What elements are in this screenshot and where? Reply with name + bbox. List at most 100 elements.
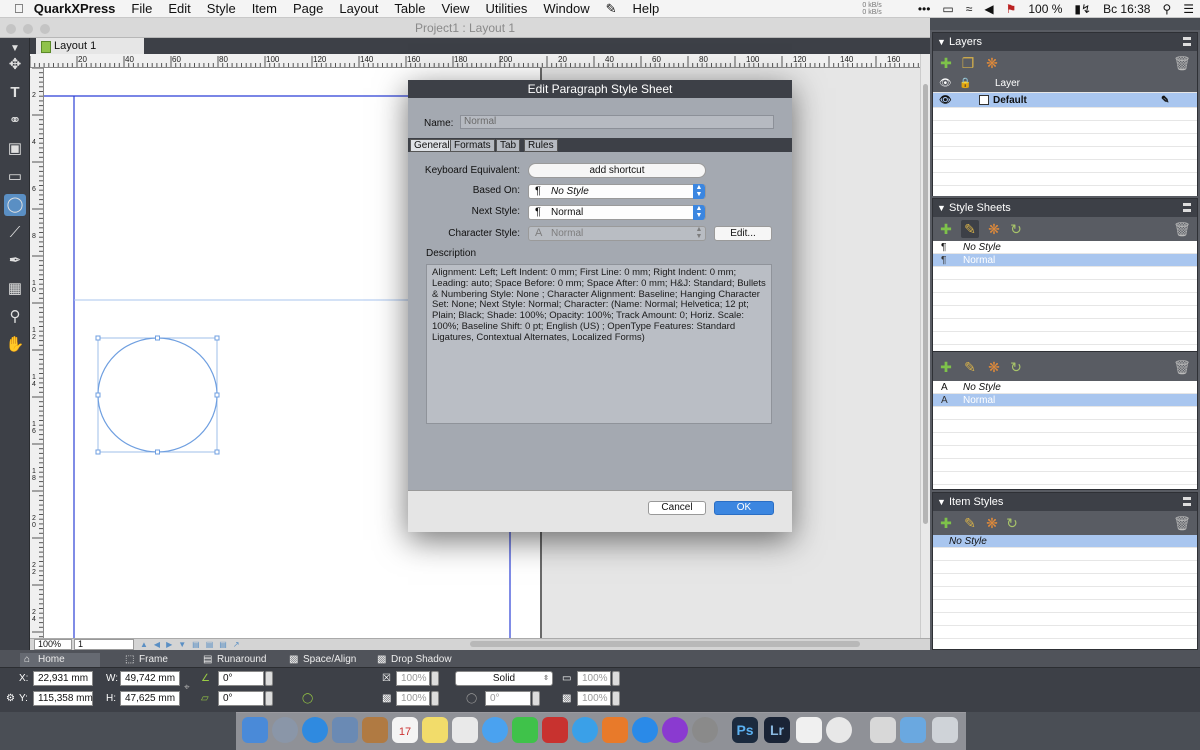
menu-page[interactable]: Page [285,0,331,18]
search-icon[interactable]: ⚲ [1156,2,1177,16]
lightroom-icon[interactable]: Lr [764,717,790,743]
horizontal-scrollbar[interactable] [470,641,860,647]
zoom-field[interactable]: 100% [34,639,72,650]
pen-tool-icon[interactable]: ✒ [4,250,26,272]
move-tool-icon[interactable]: ✥ [4,54,26,76]
horizontal-ruler[interactable]: 20 40 60 80 100 120 140 160 180 200 20 40 60 80 100 120… [30,54,920,68]
tab-general[interactable]: General [410,139,454,152]
duplicate-style-icon[interactable]: ❋ [985,220,1003,238]
panel-menu-icon[interactable] [1183,203,1191,212]
zoom-tool-icon[interactable]: ⚲ [4,306,26,328]
angle-field-3[interactable]: 0° [485,691,531,706]
y-field[interactable]: 115,358 mm [33,691,93,706]
oval-picture-box[interactable] [95,335,220,455]
trash-icon[interactable]: 🗑 [1173,514,1191,532]
character-style-no-style[interactable]: A No Style [933,381,1197,394]
safari-icon[interactable] [302,717,328,743]
name-field[interactable]: Normal [460,115,774,129]
facetime-icon[interactable] [512,717,538,743]
color-icon[interactable]: ◯ [302,691,313,706]
minimize-button[interactable] [23,24,33,34]
gap-shade-field[interactable]: 100% [577,691,611,706]
angle-field[interactable]: 0° [218,671,264,686]
duplicate-style-icon[interactable]: ❋ [985,358,1003,376]
resize-handle[interactable] [155,449,160,455]
frame-opacity-field[interactable]: 100% [396,671,430,686]
battery-icon[interactable]: ▮↯ [1068,2,1097,16]
notes-icon[interactable] [422,717,448,743]
resize-handle[interactable] [214,335,220,341]
table-tool-icon[interactable]: ▦ [4,278,26,300]
zoom-button[interactable] [40,24,50,34]
based-on-select[interactable]: ¶ No Style ▲ ▼ [528,184,706,199]
documents-icon[interactable] [870,717,896,743]
trash-can-icon[interactable] [932,717,958,743]
resize-handle[interactable] [214,449,220,455]
new-character-style-icon[interactable]: ✚ [937,358,955,376]
height-field[interactable]: 47,625 mm [120,691,180,706]
panel-menu-icon[interactable] [1183,37,1191,46]
menu-style[interactable]: Style [199,0,244,18]
character-style-normal[interactable]: A Normal [933,394,1197,407]
list-icon[interactable]: ☰ [1177,2,1200,16]
panel-menu-icon[interactable] [1183,497,1191,506]
text-tool-icon[interactable]: T [4,82,26,104]
downloads-folder-icon[interactable] [900,717,926,743]
calendar-icon[interactable]: 17 [392,717,418,743]
menu-table[interactable]: Table [386,0,433,18]
scroll-thumb[interactable] [923,84,928,524]
resize-handle[interactable] [95,392,101,398]
tab-frame[interactable]: ⬚ Frame [125,653,168,667]
resize-handle[interactable] [214,392,220,398]
edit-style-icon[interactable]: ✎ [961,514,979,532]
gap-color-icon[interactable]: ◯ [466,691,477,706]
width-field[interactable]: 49,742 mm [120,671,180,686]
display-icon[interactable]: ▭ [936,2,959,16]
pencil-icon[interactable]: ✎ [1161,93,1169,108]
item-style-no-style[interactable]: No Style [933,535,1197,548]
update-style-icon[interactable]: ↻ [1007,358,1025,376]
gear-icon[interactable]: ⚙ [6,691,15,706]
add-shortcut-button[interactable]: add shortcut [528,163,706,178]
quarkxpress-icon[interactable] [826,717,852,743]
menu-view[interactable]: View [433,0,477,18]
update-style-icon[interactable]: ↻ [1007,220,1025,238]
paragraph-style-normal[interactable]: ¶ Normal [933,254,1197,267]
character-style-select[interactable]: A Normal ▲ ▼ [528,226,706,241]
finder-icon[interactable] [242,717,268,743]
photo-booth-icon[interactable] [542,717,568,743]
visibility-icon[interactable]: 👁 [939,93,952,108]
item-styles-panel-header[interactable]: Item Styles [933,493,1197,511]
resize-handle[interactable] [155,335,160,341]
new-paragraph-style-icon[interactable]: ✚ [937,220,955,238]
x-field[interactable]: 22,931 mm [33,671,93,686]
cancel-button[interactable]: Cancel [648,501,706,515]
script-icon[interactable]: ✎ [598,0,625,18]
merge-layers-icon[interactable]: ❋ [983,54,1001,72]
messages-icon[interactable] [482,717,508,743]
layout-tab[interactable]: Layout 1 [36,38,144,54]
line-style-select[interactable]: Solid ⇳ [455,671,553,686]
vertical-scrollbar[interactable] [920,54,930,638]
gap-shade-icon[interactable]: ▩ [562,691,571,706]
edit-style-icon[interactable]: ✎ [961,358,979,376]
page-navigation-icons[interactable]: ▲◀▶▼▤▤▤↗ [140,640,240,649]
vertical-ruler[interactable]: 2 4 6 8 10 12 14 16 18 20 22 24 [30,68,44,638]
shade-field[interactable]: 100% [577,671,611,686]
paragraph-style-no-style[interactable]: ¶ No Style [933,241,1197,254]
menu-window[interactable]: Window [535,0,597,18]
tab-home[interactable]: ⌂ Home [20,653,100,667]
angle-stepper-3[interactable] [532,691,540,706]
close-button[interactable] [6,24,16,34]
tab-runaround[interactable]: ▤ Runaround [203,653,266,667]
ibooks-icon[interactable] [602,717,628,743]
edit-character-style-button[interactable]: Edit... [714,226,772,241]
shade-icon[interactable]: ▭ [562,671,571,686]
battery-percent[interactable]: 100 % [1022,2,1068,16]
angle-stepper[interactable] [265,671,273,686]
menu-utilities[interactable]: Utilities [477,0,535,18]
background-opacity-stepper[interactable] [431,691,439,706]
background-opacity-field[interactable]: 100% [396,691,430,706]
oval-box-tool-icon[interactable]: ◯ [4,194,26,216]
update-style-icon[interactable]: ↻ [1003,514,1021,532]
